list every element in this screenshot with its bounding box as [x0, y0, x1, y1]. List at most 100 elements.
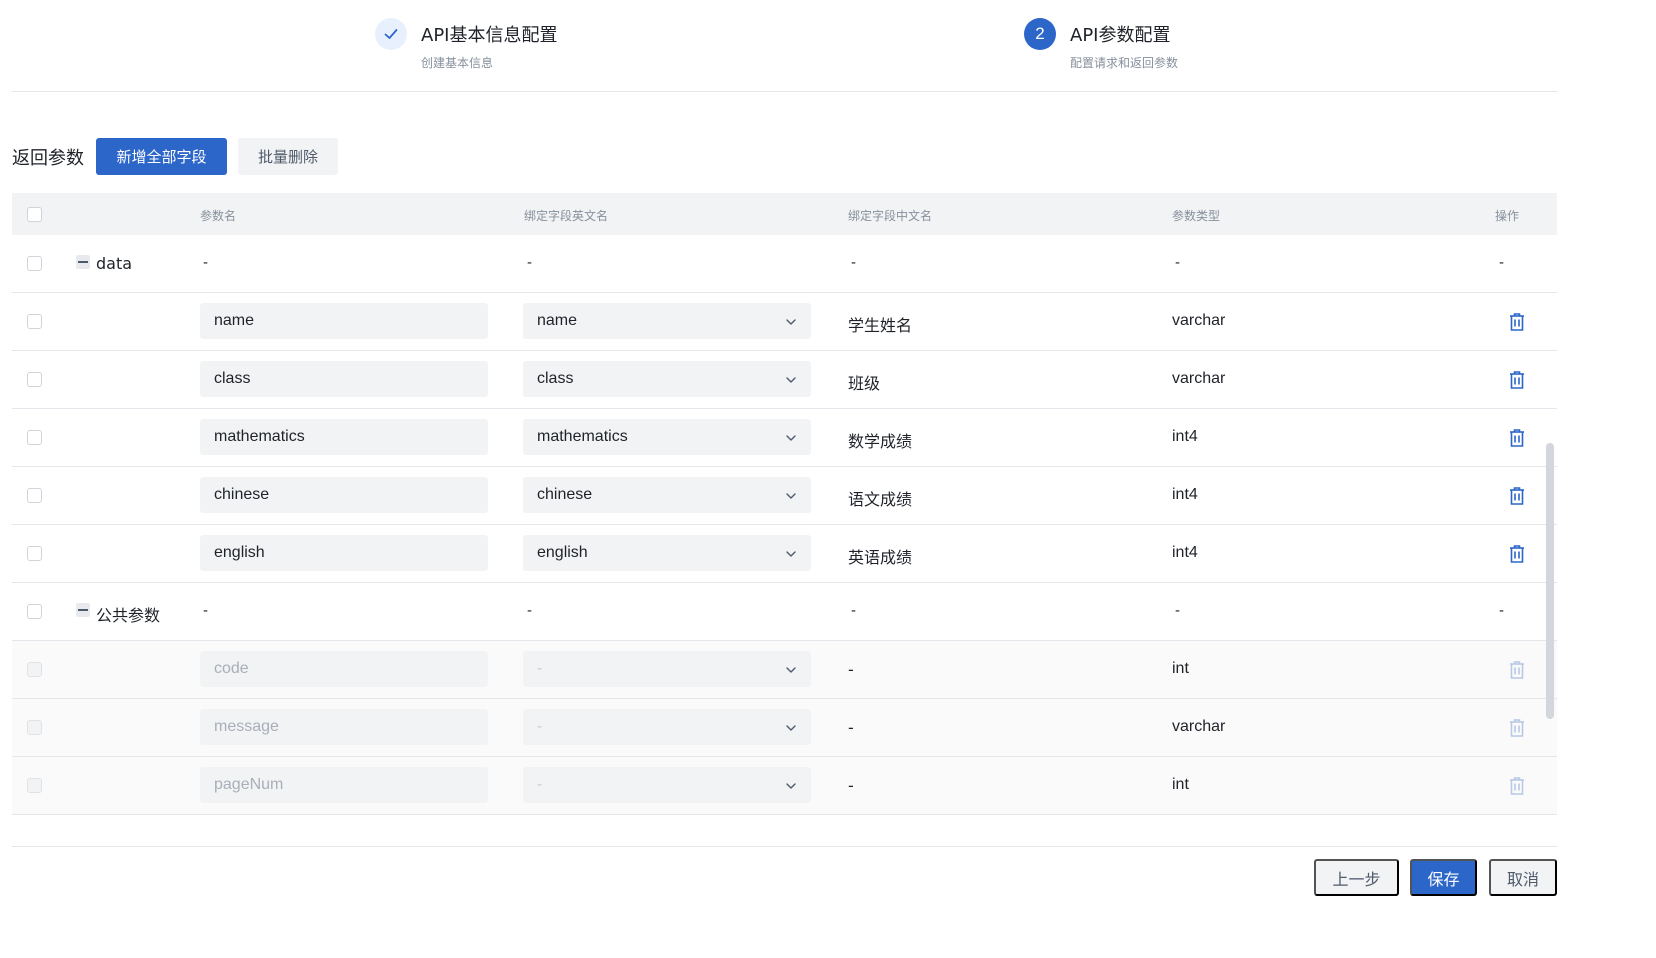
trash-icon[interactable]	[1508, 370, 1526, 390]
param-name-input[interactable]: english	[200, 535, 488, 571]
row-checkbox[interactable]	[27, 546, 42, 561]
footer-divider	[12, 846, 1557, 847]
bind-field-select[interactable]: english	[523, 535, 811, 571]
bind-field-value: -	[537, 718, 543, 735]
param-name-value: chinese	[214, 486, 270, 503]
header-param-type: 参数类型	[1172, 209, 1221, 223]
bind-field-value: class	[537, 370, 574, 387]
bind-field-select[interactable]: class	[523, 361, 811, 397]
bind-cn-name: 英语成绩	[848, 548, 913, 567]
row-checkbox[interactable]	[27, 430, 42, 445]
header-bind-en: 绑定字段英文名	[524, 209, 609, 223]
trash-icon[interactable]	[1508, 428, 1526, 448]
section-title: 返回参数	[12, 147, 84, 169]
header-param-name: 参数名	[200, 209, 237, 223]
bind-field-value: name	[537, 312, 578, 329]
param-name-input[interactable]: class	[200, 361, 488, 397]
step-subtitle: 创建基本信息	[421, 56, 494, 70]
cancel-button[interactable]: 取消	[1489, 859, 1557, 896]
bind-cn-name: 数学成绩	[848, 432, 913, 451]
param-type: int4	[1172, 544, 1198, 561]
bind-field-value: chinese	[537, 486, 593, 503]
param-name-value: code	[214, 660, 249, 677]
param-name-input[interactable]: chinese	[200, 477, 488, 513]
trash-icon[interactable]	[1508, 486, 1526, 506]
empty-cell: -	[1175, 254, 1180, 271]
group-label: 公共参数	[96, 606, 161, 625]
param-name-value: english	[214, 544, 265, 561]
params-table: 参数名 绑定字段英文名 绑定字段中文名 参数类型 操作 data - - - - - nam…	[12, 193, 1557, 815]
table-row: name name 学生姓名 varchar	[12, 293, 1557, 351]
chevron-down-icon	[785, 721, 797, 733]
param-name-input[interactable]: name	[200, 303, 488, 339]
table-row: class class 班级 varchar	[12, 351, 1557, 409]
header-bind-cn: 绑定字段中文名	[848, 209, 933, 223]
group-label: data	[96, 254, 133, 273]
save-button[interactable]: 保存	[1410, 859, 1477, 896]
param-type: int4	[1172, 486, 1198, 503]
bind-cn-name: -	[848, 660, 854, 679]
param-type: varchar	[1172, 718, 1226, 735]
row-checkbox[interactable]	[27, 256, 42, 271]
prev-step-button[interactable]: 上一步	[1314, 859, 1399, 896]
bind-cn-name: -	[848, 718, 854, 737]
chevron-down-icon	[785, 663, 797, 675]
trash-icon[interactable]	[1508, 312, 1526, 332]
table-row: code - - int	[12, 641, 1557, 699]
select-all-checkbox[interactable]	[27, 207, 42, 222]
trash-icon[interactable]	[1508, 544, 1526, 564]
trash-icon	[1508, 660, 1526, 680]
bind-field-value: english	[537, 544, 588, 561]
empty-cell: -	[1499, 254, 1504, 271]
table-group-row: 公共参数 - - - - -	[12, 583, 1557, 641]
trash-icon	[1508, 776, 1526, 796]
return-params-toolbar: 返回参数 新增全部字段 批量删除	[12, 138, 338, 175]
bind-field-select[interactable]: chinese	[523, 477, 811, 513]
bind-cn-name: 语文成绩	[848, 490, 913, 509]
row-checkbox	[27, 662, 42, 677]
add-all-fields-button[interactable]: 新增全部字段	[96, 138, 227, 175]
row-checkbox[interactable]	[27, 372, 42, 387]
param-name-input: code	[200, 651, 488, 687]
trash-icon	[1508, 718, 1526, 738]
steps-header: API基本信息配置 创建基本信息 2 API参数配置 配置请求和返回参数	[12, 0, 1558, 92]
param-name-value: mathematics	[214, 428, 305, 445]
header-actions: 操作	[1495, 209, 1520, 223]
batch-delete-button[interactable]: 批量删除	[238, 138, 338, 175]
param-type: int	[1172, 660, 1189, 677]
scrollbar[interactable]	[1546, 443, 1554, 719]
table-row: message - - varchar	[12, 699, 1557, 757]
bind-field-select: -	[523, 767, 811, 803]
bind-field-select: -	[523, 709, 811, 745]
empty-cell: -	[203, 254, 208, 271]
param-name-input[interactable]: mathematics	[200, 419, 488, 455]
chevron-down-icon	[785, 547, 797, 559]
minus-square-icon[interactable]	[76, 255, 90, 269]
chevron-down-icon	[785, 779, 797, 791]
bind-field-select: -	[523, 651, 811, 687]
param-name-value: pageNum	[214, 776, 284, 793]
table-group-row: data - - - - -	[12, 235, 1557, 293]
table-body: data - - - - - name name 学生姓名 varchar class class 班级…	[12, 235, 1557, 815]
bind-field-select[interactable]: mathematics	[523, 419, 811, 455]
bind-field-select[interactable]: name	[523, 303, 811, 339]
bind-field-value: -	[537, 776, 543, 793]
param-name-input: message	[200, 709, 488, 745]
table-row: pageNum - - int	[12, 757, 1557, 815]
step-title: API基本信息配置	[421, 25, 558, 46]
empty-cell: -	[1175, 602, 1180, 619]
param-type: varchar	[1172, 370, 1226, 387]
empty-cell: -	[527, 254, 532, 271]
row-checkbox[interactable]	[27, 314, 42, 329]
bind-field-value: -	[537, 660, 543, 677]
param-name-value: name	[214, 312, 255, 329]
row-checkbox[interactable]	[27, 488, 42, 503]
table-header: 参数名 绑定字段英文名 绑定字段中文名 参数类型 操作	[12, 193, 1557, 235]
bind-field-value: mathematics	[537, 428, 628, 445]
step-number: 2	[1024, 18, 1056, 50]
minus-square-icon[interactable]	[76, 603, 90, 617]
param-type: int	[1172, 776, 1189, 793]
param-name-value: class	[214, 370, 251, 387]
row-checkbox[interactable]	[27, 604, 42, 619]
chevron-down-icon	[785, 489, 797, 501]
